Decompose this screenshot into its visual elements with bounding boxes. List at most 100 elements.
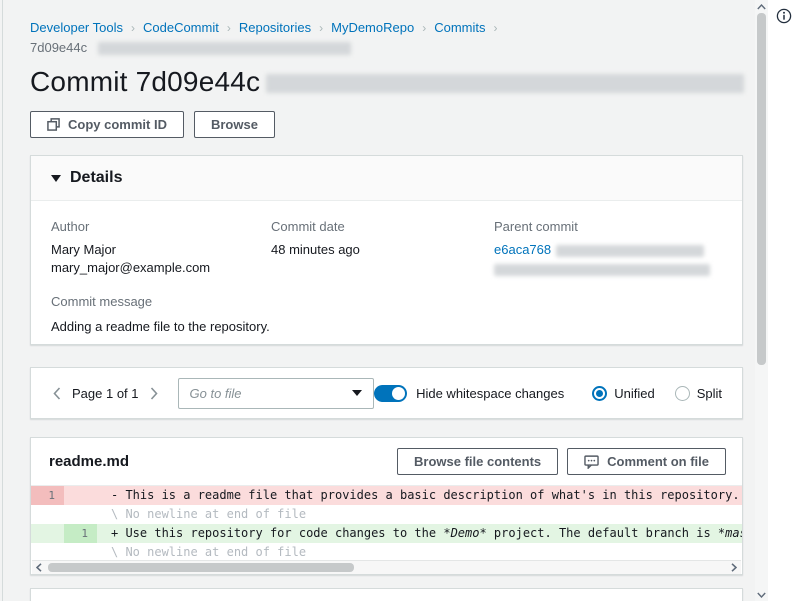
commit-date-label: Commit date xyxy=(271,219,494,234)
breadcrumb: Developer Tools › CodeCommit › Repositories ›… xyxy=(30,20,730,56)
page-title-text: Commit 7d09e44c xyxy=(30,66,260,97)
diff-old-line-number: 1 xyxy=(31,486,64,505)
diff-new-line-number: 1 xyxy=(64,524,97,543)
breadcrumb-link[interactable]: Commits xyxy=(434,20,485,35)
vertical-scrollbar[interactable] xyxy=(755,0,768,601)
diff-row: 1+ Use this repository for code changes … xyxy=(31,524,742,543)
parent-commit-field: Parent commit e6aca768 xyxy=(494,219,722,277)
parent-commit-value: e6aca768 xyxy=(494,241,722,276)
commit-message-field: Commit message Adding a readme file to t… xyxy=(51,294,722,336)
horizontal-scrollbar[interactable] xyxy=(32,560,741,574)
scroll-down-button[interactable] xyxy=(755,588,768,601)
breadcrumb-separator-icon: › xyxy=(422,21,426,35)
diff-line-text: \ No newline at end of file xyxy=(97,505,742,524)
next-page-button[interactable] xyxy=(148,385,160,402)
breadcrumb-link[interactable]: Repositories xyxy=(239,20,311,35)
horizontal-scrollbar-track[interactable] xyxy=(46,561,727,574)
parent-commit-label: Parent commit xyxy=(494,219,722,234)
breadcrumb-link[interactable]: CodeCommit xyxy=(143,20,219,35)
breadcrumb-separator-icon: › xyxy=(493,21,497,35)
author-value: Mary Major mary_major@example.com xyxy=(51,241,271,277)
redacted-title-commit-id xyxy=(266,74,744,93)
commit-date-value: 48 minutes ago xyxy=(271,241,494,259)
details-header[interactable]: Details xyxy=(31,156,742,201)
breadcrumb-separator-icon: › xyxy=(319,21,323,35)
horizontal-scrollbar-thumb[interactable] xyxy=(48,563,354,572)
diff-old-line-number xyxy=(31,524,64,543)
comment-on-file-button[interactable]: Comment on file xyxy=(567,448,726,475)
author-email: mary_major@example.com xyxy=(51,259,271,277)
commit-date-field: Commit date 48 minutes ago xyxy=(271,219,494,277)
breadcrumb-separator-icon: › xyxy=(227,21,231,35)
browse-label: Browse xyxy=(211,117,258,132)
diff-view-options: Hide whitespace changes Unified Split xyxy=(374,385,722,402)
chevron-down-icon xyxy=(352,390,362,396)
details-body: Author Mary Major mary_major@example.com… xyxy=(31,201,742,336)
nav-edge-divider xyxy=(2,0,3,601)
diff-header-buttons: Browse file contents Comment on file xyxy=(397,448,726,475)
breadcrumb-link[interactable]: Developer Tools xyxy=(30,20,123,35)
breadcrumb-link[interactable]: MyDemoRepo xyxy=(331,20,414,35)
diff-new-line-number xyxy=(64,505,97,524)
collapse-caret-icon xyxy=(51,175,61,182)
diff-toolbar-panel: Page 1 of 1 Go to file Hide whitespace c… xyxy=(30,367,743,419)
action-buttons: Copy commit ID Browse xyxy=(30,111,275,138)
scroll-left-button[interactable] xyxy=(32,563,46,572)
radio-unified-label: Unified xyxy=(614,386,654,401)
diff-toolbar: Page 1 of 1 Go to file Hide whitespace c… xyxy=(31,368,742,418)
vertical-scrollbar-thumb[interactable] xyxy=(757,13,766,365)
radio-split[interactable]: Split xyxy=(675,386,722,401)
copy-commit-id-button[interactable]: Copy commit ID xyxy=(30,111,184,138)
commit-message-label: Commit message xyxy=(51,294,722,309)
redacted-parent-commit-id xyxy=(556,245,704,257)
breadcrumb-separator-icon: › xyxy=(131,21,135,35)
breadcrumb-links: Developer Tools › CodeCommit › Repositories ›… xyxy=(30,20,730,36)
go-to-file-placeholder: Go to file xyxy=(190,386,353,401)
diff-filename: readme.md xyxy=(49,453,129,470)
diff-line-text: - This is a readme file that provides a … xyxy=(97,486,742,505)
radio-unified-control xyxy=(592,386,607,401)
file-diff-panel: readme.md Browse file contents Comment o… xyxy=(30,437,743,575)
details-grid: Author Mary Major mary_major@example.com… xyxy=(51,219,722,277)
scroll-right-button[interactable] xyxy=(727,563,741,572)
diff-row: 1 - This is a readme file that provides a… xyxy=(31,486,742,505)
page-indicator: Page 1 of 1 xyxy=(72,386,139,401)
author-label: Author xyxy=(51,219,271,234)
redacted-parent-commit-id-2 xyxy=(494,264,710,276)
chevron-right-icon xyxy=(150,387,158,400)
details-title: Details xyxy=(70,169,122,187)
breadcrumb-current-line: 7d09e44c xyxy=(30,40,730,56)
diff-line-text: + Use this repository for code changes t… xyxy=(97,524,742,543)
browse-file-contents-button[interactable]: Browse file contents xyxy=(397,448,558,475)
browse-file-contents-label: Browse file contents xyxy=(414,454,541,469)
diff-row: \ No newline at end of file xyxy=(31,505,742,524)
page-title: Commit 7d09e44c xyxy=(30,66,744,98)
info-rail xyxy=(768,0,800,601)
comment-on-file-label: Comment on file xyxy=(607,454,709,469)
pager: Page 1 of 1 xyxy=(51,385,160,402)
author-field: Author Mary Major mary_major@example.com xyxy=(51,219,271,277)
go-to-file-select[interactable]: Go to file xyxy=(178,378,375,409)
radio-split-label: Split xyxy=(697,386,722,401)
radio-unified[interactable]: Unified xyxy=(592,386,654,401)
browse-button[interactable]: Browse xyxy=(194,111,275,138)
details-panel: Details Author Mary Major mary_major@exa… xyxy=(30,155,743,345)
hide-whitespace-toggle[interactable] xyxy=(374,385,407,402)
comment-icon xyxy=(584,455,599,469)
file-diff-header: readme.md Browse file contents Comment o… xyxy=(31,438,742,485)
copy-commit-id-label: Copy commit ID xyxy=(68,117,167,132)
scroll-up-button[interactable] xyxy=(755,0,768,13)
info-icon[interactable] xyxy=(776,8,792,27)
diff-body: 1- This is a readme file that provides a… xyxy=(31,485,742,562)
parent-commit-link[interactable]: e6aca768 xyxy=(494,242,551,257)
view-mode-radio-group: Unified Split xyxy=(592,386,722,401)
redacted-commit-id xyxy=(98,42,351,55)
diff-new-line-number xyxy=(64,486,97,505)
diff-old-line-number xyxy=(31,505,64,524)
breadcrumb-current: 7d09e44c xyxy=(30,40,87,55)
previous-page-button[interactable] xyxy=(51,385,63,402)
commit-message-value: Adding a readme file to the repository. xyxy=(51,318,722,336)
hide-whitespace-label: Hide whitespace changes xyxy=(416,386,564,401)
page-root: { "breadcrumb": { "items": ["Developer T… xyxy=(0,0,800,601)
chevron-left-icon xyxy=(53,387,61,400)
